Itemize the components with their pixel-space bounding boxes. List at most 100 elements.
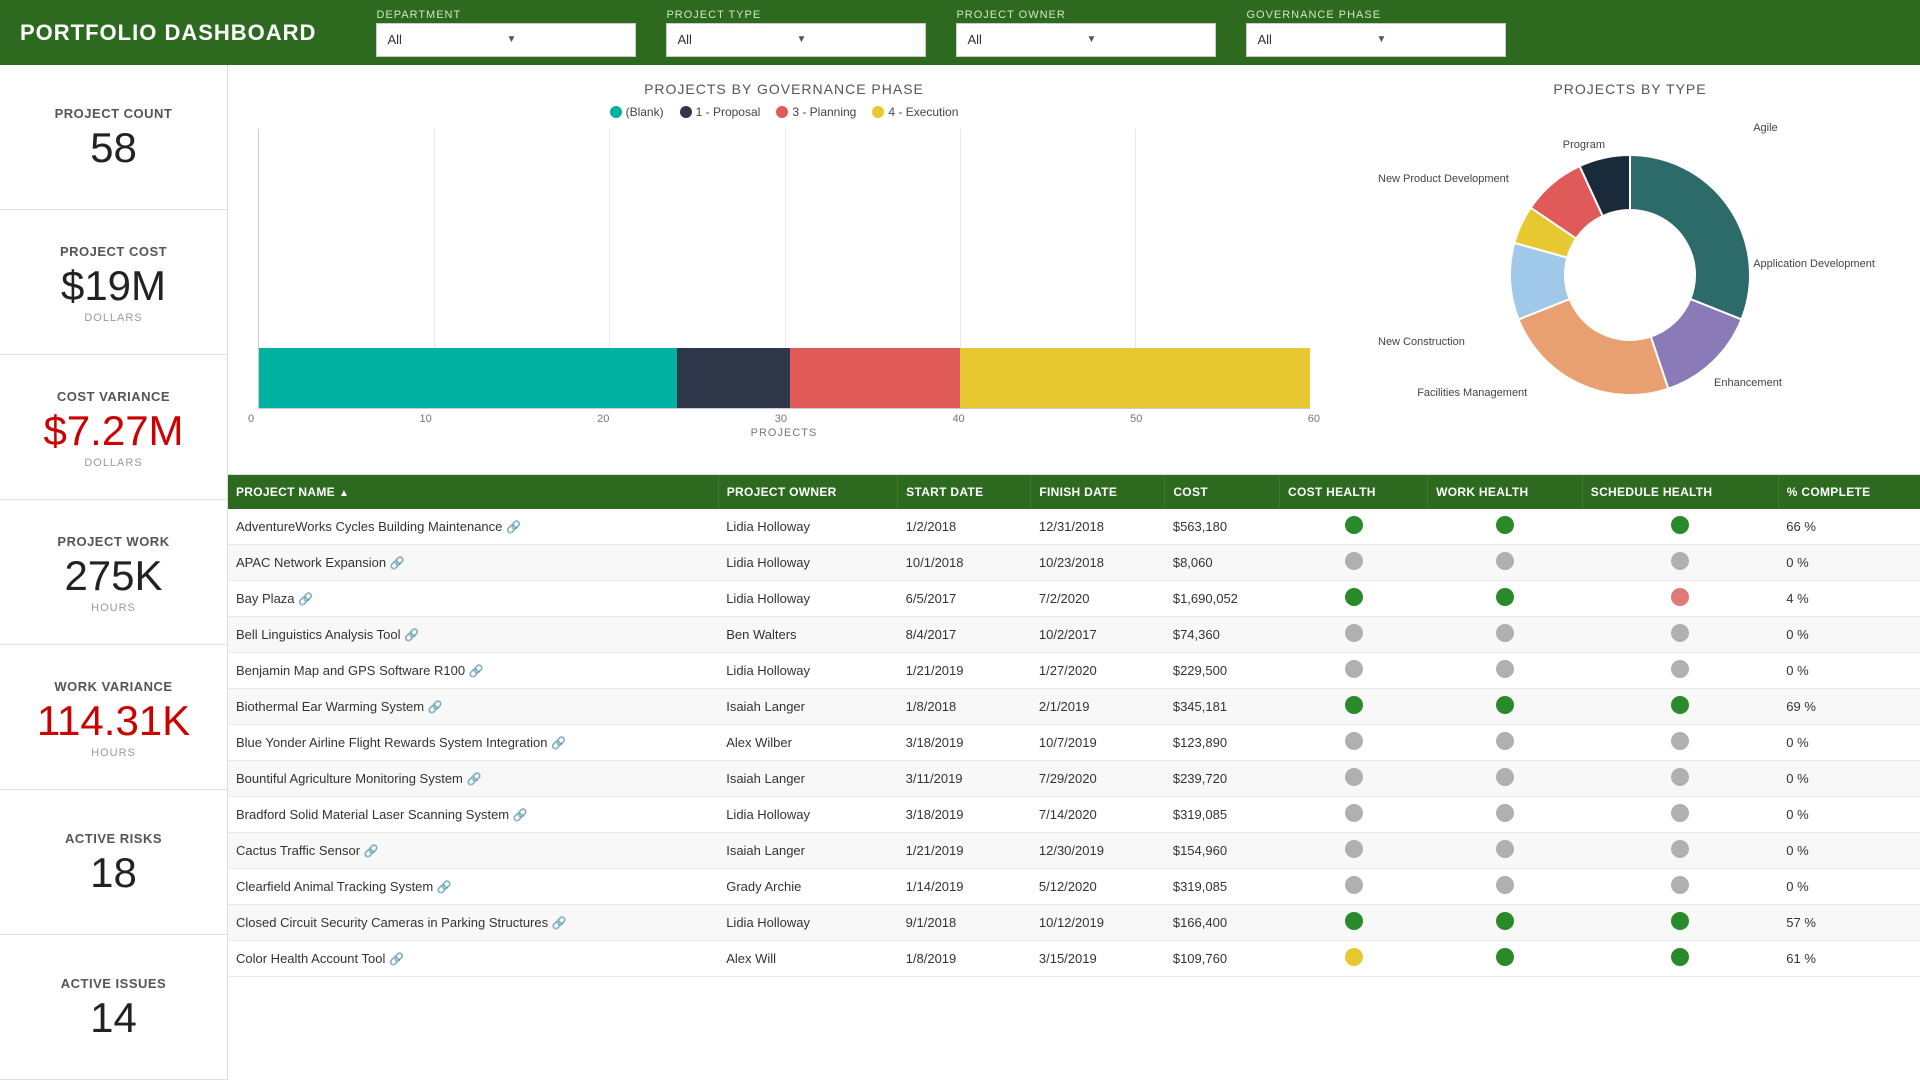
stat-card-project-cost: PROJECT COST$19MDOLLARS: [0, 210, 227, 355]
table-row: AdventureWorks Cycles Building Maintenan…: [228, 509, 1920, 545]
stat-sub: DOLLARS: [10, 457, 217, 469]
project-name: Color Health Account Tool: [236, 951, 385, 966]
project-owner-cell: Lidia Holloway: [718, 545, 897, 581]
axis-label: 40: [952, 413, 964, 425]
main-layout: PROJECT COUNT58PROJECT COST$19MDOLLARSCO…: [0, 65, 1920, 1080]
filter-value: All: [387, 32, 506, 47]
link-icon[interactable]: 🔗: [437, 880, 452, 894]
axis-labels: 0102030405060: [248, 409, 1320, 425]
cost-health-indicator: [1345, 696, 1363, 714]
schedule-health-cell: [1582, 905, 1778, 941]
start-date-cell: 8/4/2017: [898, 617, 1031, 653]
cost-cell: $8,060: [1165, 545, 1280, 581]
start-date-cell: 3/11/2019: [898, 761, 1031, 797]
finish-date-cell: 1/27/2020: [1031, 653, 1165, 689]
table-row: Color Health Account Tool 🔗Alex Will1/8/…: [228, 941, 1920, 977]
bar-chart-section: PROJECTS BY GOVERNANCE PHASE (Blank)1 - …: [228, 65, 1340, 474]
filter-dropdown[interactable]: All▼: [1246, 23, 1506, 57]
table-header-cell[interactable]: FINISH DATE: [1031, 475, 1165, 509]
axis-label: 50: [1130, 413, 1142, 425]
link-icon[interactable]: 🔗: [506, 520, 521, 534]
filter-dropdown[interactable]: All▼: [376, 23, 636, 57]
percent-complete-cell: 66 %: [1778, 509, 1920, 545]
project-owner-cell: Alex Will: [718, 941, 897, 977]
link-icon[interactable]: 🔗: [428, 700, 443, 714]
stat-sub: HOURS: [10, 747, 217, 759]
content-area: PROJECTS BY GOVERNANCE PHASE (Blank)1 - …: [228, 65, 1920, 1080]
link-icon[interactable]: 🔗: [404, 628, 419, 642]
schedule-health-indicator: [1671, 732, 1689, 750]
cost-health-cell: [1279, 545, 1427, 581]
cost-cell: $166,400: [1165, 905, 1280, 941]
cost-health-indicator: [1345, 660, 1363, 678]
link-icon[interactable]: 🔗: [364, 844, 379, 858]
table-section[interactable]: PROJECT NAME▲PROJECT OWNERSTART DATEFINI…: [228, 475, 1920, 1080]
link-icon[interactable]: 🔗: [513, 808, 528, 822]
percent-complete-cell: 0 %: [1778, 833, 1920, 869]
link-icon[interactable]: 🔗: [552, 916, 567, 930]
work-health-indicator: [1496, 552, 1514, 570]
stat-label: COST VARIANCE: [10, 389, 217, 404]
filter-department: DEPARTMENTAll▼: [376, 9, 636, 57]
table-header-cell[interactable]: START DATE: [898, 475, 1031, 509]
stat-card-active-issues: ACTIVE ISSUES14: [0, 935, 227, 1080]
legend-label: 4 - Execution: [888, 105, 958, 119]
work-health-cell: [1428, 833, 1583, 869]
cost-health-cell: [1279, 617, 1427, 653]
cost-cell: $319,085: [1165, 797, 1280, 833]
table-header-cell[interactable]: PROJECT NAME▲: [228, 475, 718, 509]
filter-project-type: PROJECT TYPEAll▼: [666, 9, 926, 57]
cost-health-cell: [1279, 689, 1427, 725]
schedule-health-indicator: [1671, 804, 1689, 822]
link-icon[interactable]: 🔗: [389, 952, 404, 966]
chevron-down-icon: ▼: [1376, 34, 1495, 45]
filter-dropdown[interactable]: All▼: [956, 23, 1216, 57]
link-icon[interactable]: 🔗: [467, 772, 482, 786]
cost-cell: $154,960: [1165, 833, 1280, 869]
table-header-cell[interactable]: COST: [1165, 475, 1280, 509]
filter-dropdown[interactable]: All▼: [666, 23, 926, 57]
table-header-cell[interactable]: COST HEALTH: [1279, 475, 1427, 509]
link-icon[interactable]: 🔗: [469, 664, 484, 678]
project-owner-cell: Grady Archie: [718, 869, 897, 905]
cost-health-cell: [1279, 653, 1427, 689]
donut-label: Enhancement: [1714, 377, 1782, 389]
stat-card-project-work: PROJECT WORK275KHOURS: [0, 500, 227, 645]
table-header-cell[interactable]: WORK HEALTH: [1428, 475, 1583, 509]
chevron-down-icon: ▼: [506, 34, 625, 45]
link-icon[interactable]: 🔗: [551, 736, 566, 750]
project-name-cell: Bell Linguistics Analysis Tool 🔗: [228, 617, 718, 653]
charts-row: PROJECTS BY GOVERNANCE PHASE (Blank)1 - …: [228, 65, 1920, 475]
cost-health-cell: [1279, 509, 1427, 545]
bar-segment: [677, 348, 790, 408]
percent-complete-cell: 0 %: [1778, 545, 1920, 581]
table-row: Biothermal Ear Warming System 🔗Isaiah La…: [228, 689, 1920, 725]
donut-label: Program: [1563, 139, 1605, 151]
link-icon[interactable]: 🔗: [390, 556, 405, 570]
schedule-health-indicator: [1671, 588, 1689, 606]
finish-date-cell: 10/23/2018: [1031, 545, 1165, 581]
work-health-cell: [1428, 941, 1583, 977]
cost-cell: $563,180: [1165, 509, 1280, 545]
finish-date-cell: 2/1/2019: [1031, 689, 1165, 725]
bar-chart-title: PROJECTS BY GOVERNANCE PHASE: [248, 81, 1320, 97]
finish-date-cell: 10/2/2017: [1031, 617, 1165, 653]
cost-health-indicator: [1345, 588, 1363, 606]
project-name: Cactus Traffic Sensor: [236, 843, 360, 858]
link-icon[interactable]: 🔗: [298, 592, 313, 606]
schedule-health-cell: [1582, 617, 1778, 653]
legend-item: (Blank): [610, 105, 664, 119]
table-header-cell[interactable]: PROJECT OWNER: [718, 475, 897, 509]
schedule-health-cell: [1582, 689, 1778, 725]
table-header-cell[interactable]: SCHEDULE HEALTH: [1582, 475, 1778, 509]
finish-date-cell: 7/2/2020: [1031, 581, 1165, 617]
table-header-cell[interactable]: % COMPLETE: [1778, 475, 1920, 509]
start-date-cell: 9/1/2018: [898, 905, 1031, 941]
chevron-down-icon: ▼: [796, 34, 915, 45]
filter-governance-phase: GOVERNANCE PHASEAll▼: [1246, 9, 1506, 57]
start-date-cell: 1/2/2018: [898, 509, 1031, 545]
start-date-cell: 10/1/2018: [898, 545, 1031, 581]
filter-project-owner: PROJECT OWNERAll▼: [956, 9, 1216, 57]
donut-labels: AgileProgramNew Product DevelopmentNew C…: [1350, 105, 1910, 445]
project-owner-cell: Isaiah Langer: [718, 689, 897, 725]
